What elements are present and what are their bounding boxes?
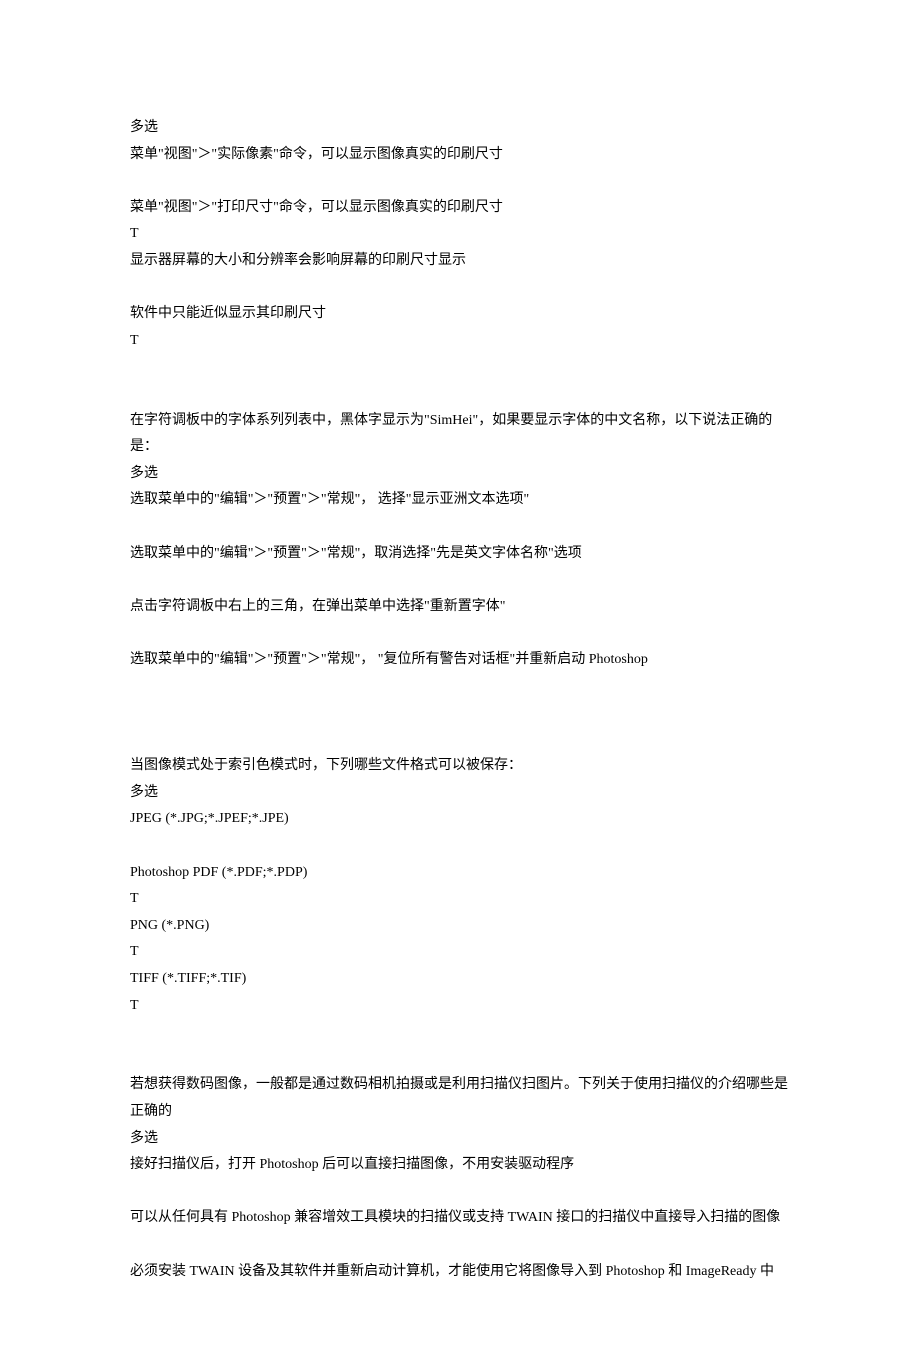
text-line: 多选 [130, 780, 790, 807]
text-line: T [130, 886, 790, 913]
text-line: 选取菜单中的"编辑"＞"预置"＞"常规"，取消选择"先是英文字体名称"选项 [130, 541, 790, 568]
text-line: T [130, 993, 790, 1020]
blank-line [130, 833, 790, 860]
text-line: T [130, 328, 790, 355]
text-line: 菜单"视图"＞"打印尺寸"命令，可以显示图像真实的印刷尺寸 [130, 195, 790, 222]
blank-line [130, 673, 790, 700]
text-line: 软件中只能近似显示其印刷尺寸 [130, 301, 790, 328]
text-line: 多选 [130, 461, 790, 488]
document-page: 多选菜单"视图"＞"实际像素"命令，可以显示图像真实的印刷尺寸菜单"视图"＞"打… [0, 0, 920, 1365]
text-line: 可以从任何具有 Photoshop 兼容增效工具模块的扫描仪或支持 TWAIN … [130, 1205, 790, 1232]
text-line: 当图像模式处于索引色模式时，下列哪些文件格式可以被保存： [130, 753, 790, 780]
text-line: JPEG (*.JPG;*.JPEF;*.JPE) [130, 806, 790, 833]
blank-line [130, 514, 790, 541]
text-line: 多选 [130, 1126, 790, 1153]
blank-line [130, 275, 790, 302]
text-line: 在字符调板中的字体系列列表中，黑体字显示为"SimHei"，如果要显示字体的中文… [130, 408, 790, 461]
text-line: 选取菜单中的"编辑"＞"预置"＞"常规"， "复位所有警告对话框"并重新启动 P… [130, 647, 790, 674]
blank-line [130, 1232, 790, 1259]
blank-line [130, 381, 790, 408]
text-line: 点击字符调板中右上的三角，在弹出菜单中选择"重新置字体" [130, 594, 790, 621]
blank-line [130, 727, 790, 754]
blank-line [130, 567, 790, 594]
text-line: TIFF (*.TIFF;*.TIF) [130, 966, 790, 993]
blank-line [130, 1019, 790, 1046]
text-line: PNG (*.PNG) [130, 913, 790, 940]
text-line: T [130, 221, 790, 248]
text-line: 必须安装 TWAIN 设备及其软件并重新启动计算机，才能使用它将图像导入到 Ph… [130, 1259, 790, 1286]
text-line: T [130, 939, 790, 966]
blank-line [130, 168, 790, 195]
text-line: 若想获得数码图像，一般都是通过数码相机拍摄或是利用扫描仪扫图片。下列关于使用扫描… [130, 1072, 790, 1125]
blank-line [130, 700, 790, 727]
text-line: 显示器屏幕的大小和分辨率会影响屏幕的印刷尺寸显示 [130, 248, 790, 275]
blank-line [130, 620, 790, 647]
text-line: 菜单"视图"＞"实际像素"命令，可以显示图像真实的印刷尺寸 [130, 142, 790, 169]
blank-line [130, 1046, 790, 1073]
blank-line [130, 354, 790, 381]
text-line: 选取菜单中的"编辑"＞"预置"＞"常规"， 选择"显示亚洲文本选项" [130, 487, 790, 514]
text-line: 多选 [130, 115, 790, 142]
text-line: 接好扫描仪后，打开 Photoshop 后可以直接扫描图像，不用安装驱动程序 [130, 1152, 790, 1179]
blank-line [130, 1179, 790, 1206]
text-line: Photoshop PDF (*.PDF;*.PDP) [130, 860, 790, 887]
